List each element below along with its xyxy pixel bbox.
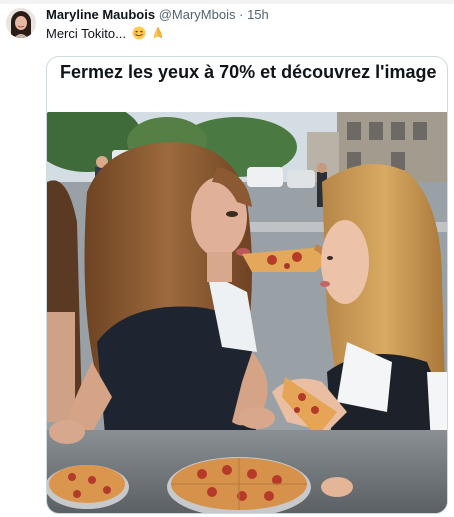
author-name[interactable]: Maryline Maubois [46,7,155,22]
card-title: Fermez les yeux à 70% et découvrez l'ima… [60,62,437,82]
post-time[interactable]: 15h [247,7,269,22]
post-photo[interactable] [47,112,447,513]
tweet-header: Maryline Maubois @MaryMbois · 15h [46,6,269,24]
tweet-text: Merci Tokito... [46,25,165,43]
timeline-page: Maryline Maubois @MaryMbois · 15h Merci … [0,0,454,517]
smiling-face-emoji-icon [132,26,146,40]
tweet-text-content: Merci Tokito... [46,26,126,41]
folded-hands-emoji-icon [153,26,163,39]
avatar[interactable] [6,8,36,38]
previous-post-edge [0,0,454,4]
media-card[interactable]: Fermez les yeux à 70% et découvrez l'ima… [46,56,448,514]
avatar-image [6,8,36,38]
author-handle[interactable]: @MaryMbois [159,7,236,22]
separator-dot: · [239,7,244,22]
